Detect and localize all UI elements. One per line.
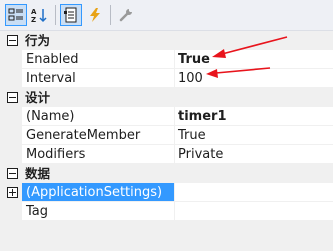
property-value[interactable]: [175, 202, 333, 221]
property-value[interactable]: [175, 183, 333, 202]
property-name[interactable]: (ApplicationSettings): [22, 183, 175, 202]
row-gutter: [0, 164, 22, 183]
toolbar-separator: [110, 5, 111, 25]
property-row-interval[interactable]: Interval 100: [0, 69, 333, 88]
row-gutter: [0, 69, 22, 88]
property-name[interactable]: Interval: [22, 69, 175, 88]
property-value[interactable]: timer1: [175, 107, 333, 126]
property-name[interactable]: GenerateMember: [22, 126, 175, 145]
category-data[interactable]: 数据: [0, 164, 333, 183]
category-background: [22, 164, 333, 183]
svg-text:Z: Z: [31, 16, 36, 23]
property-pages-icon[interactable]: [115, 4, 137, 26]
collapse-icon[interactable]: [7, 92, 18, 103]
row-gutter: [0, 183, 22, 202]
row-gutter: [0, 31, 22, 50]
property-name[interactable]: Enabled: [22, 50, 175, 69]
property-name[interactable]: Modifiers: [22, 145, 175, 164]
svg-text:A: A: [31, 8, 37, 16]
property-row-name[interactable]: (Name) timer1: [0, 107, 333, 126]
category-design[interactable]: 设计: [0, 88, 333, 107]
row-gutter: [0, 126, 22, 145]
property-row-enabled[interactable]: Enabled True: [0, 50, 333, 69]
row-gutter: [0, 145, 22, 164]
category-label: 数据: [25, 166, 51, 181]
property-value[interactable]: Private: [175, 145, 333, 164]
property-value[interactable]: True: [175, 50, 333, 69]
property-name[interactable]: (Name): [22, 107, 175, 126]
category-background: [22, 88, 333, 107]
property-row-modifiers[interactable]: Modifiers Private: [0, 145, 333, 164]
properties-icon[interactable]: [60, 4, 82, 26]
collapse-icon[interactable]: [7, 35, 18, 46]
toolbar-separator: [55, 5, 56, 25]
category-behavior[interactable]: 行为: [0, 31, 333, 50]
property-grid: 行为 Enabled True Interval 100 设计 (Name) t…: [0, 31, 333, 221]
row-gutter: [0, 50, 22, 69]
property-grid-empty-area: [0, 220, 333, 251]
category-background: [22, 31, 333, 50]
category-label: 设计: [25, 90, 51, 105]
category-label: 行为: [25, 33, 51, 48]
categorized-icon[interactable]: [5, 4, 27, 26]
property-value[interactable]: 100: [175, 69, 333, 88]
events-icon[interactable]: [84, 4, 106, 26]
alphabetical-icon[interactable]: A Z: [29, 4, 51, 26]
collapse-icon[interactable]: [7, 168, 18, 179]
row-gutter: [0, 88, 22, 107]
property-row-applicationsettings[interactable]: (ApplicationSettings): [0, 183, 333, 202]
row-gutter: [0, 107, 22, 126]
row-gutter: [0, 202, 22, 221]
property-name[interactable]: Tag: [22, 202, 175, 221]
expand-icon[interactable]: [7, 187, 18, 198]
property-row-tag[interactable]: Tag: [0, 202, 333, 221]
property-grid-toolbar: A Z: [0, 0, 333, 31]
property-row-generatemember[interactable]: GenerateMember True: [0, 126, 333, 145]
property-value[interactable]: True: [175, 126, 333, 145]
